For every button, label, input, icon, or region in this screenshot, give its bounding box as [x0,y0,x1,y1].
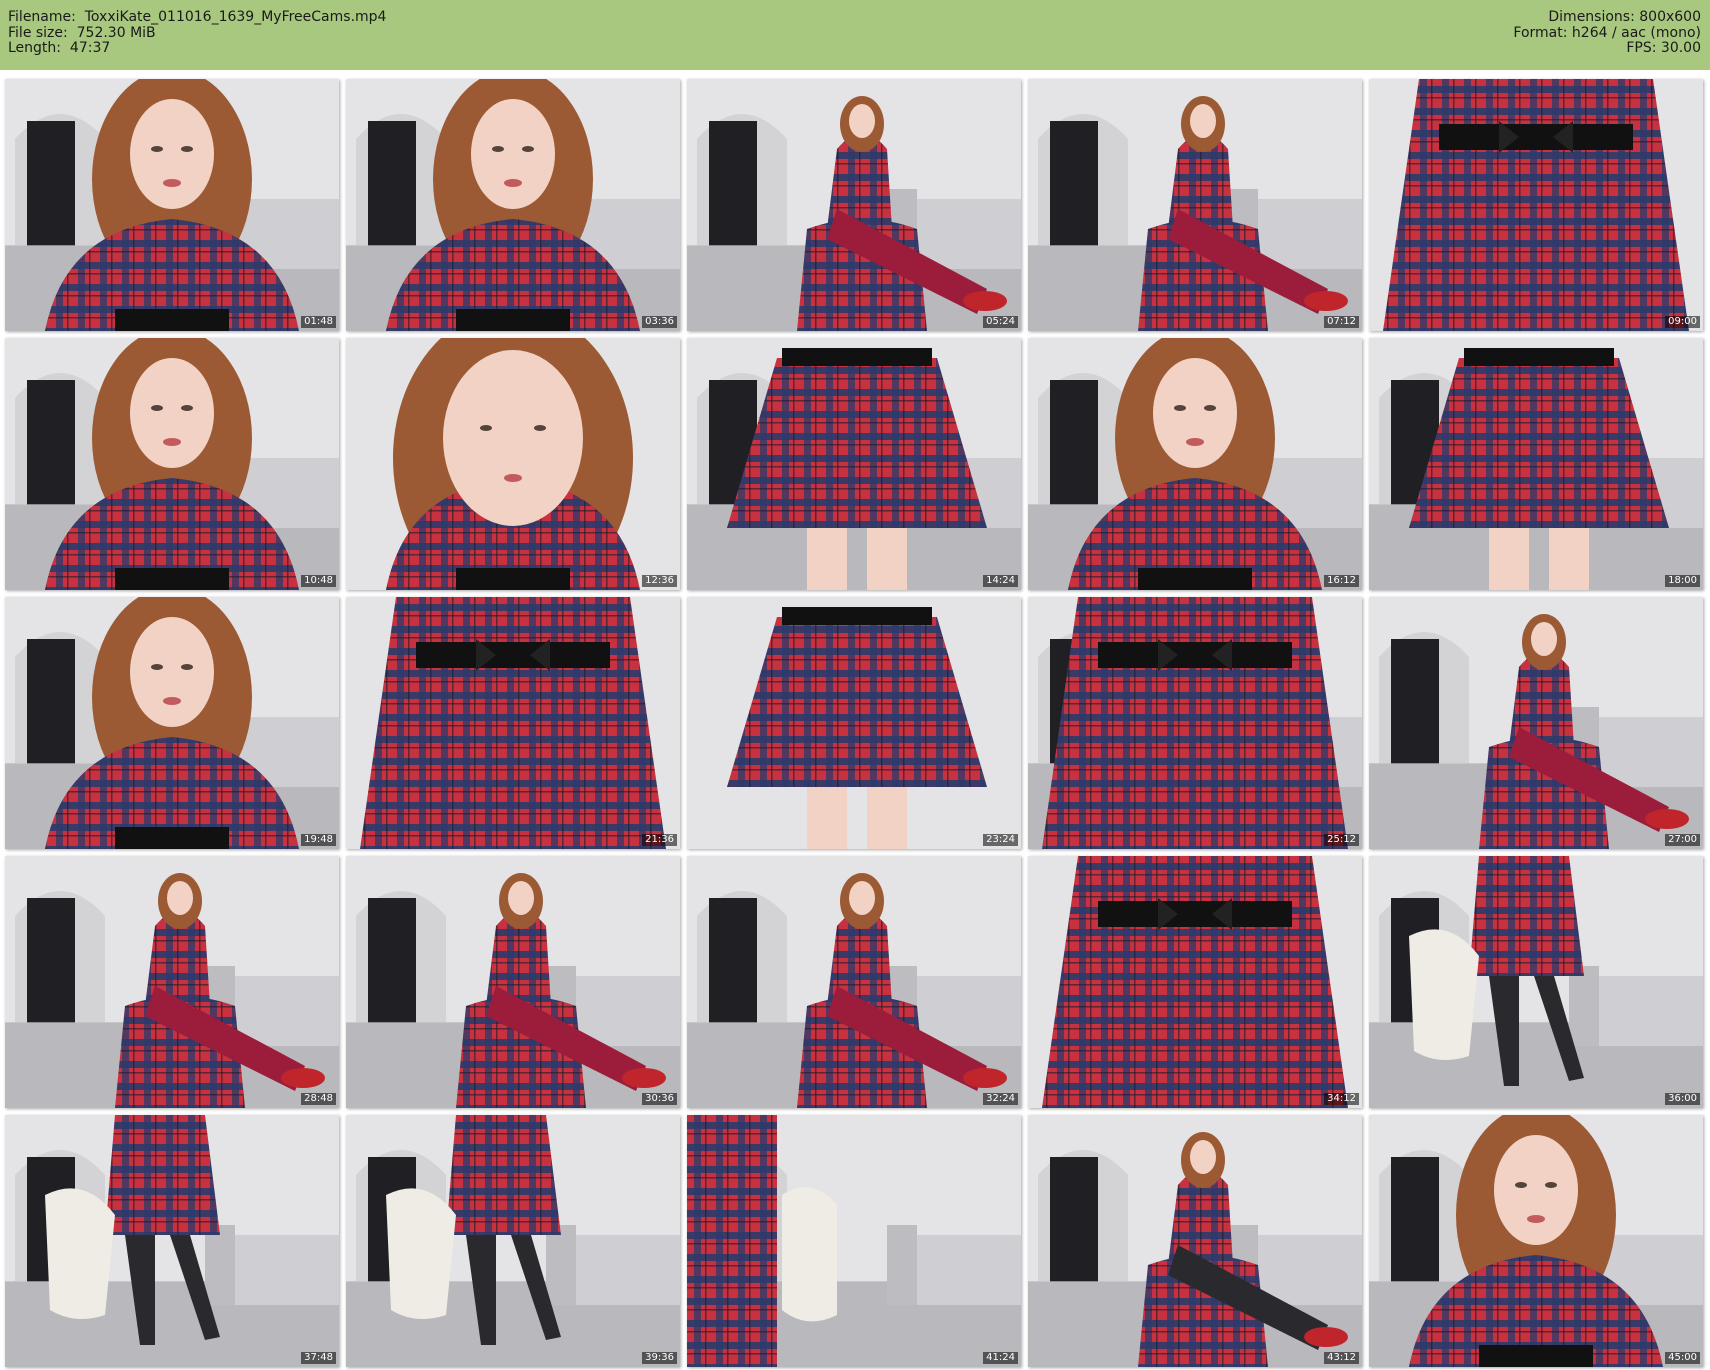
frame-image [346,597,680,849]
video-thumbnail: 03:36 [346,79,680,331]
video-thumbnail: 30:36 [346,856,680,1108]
video-thumbnail: 28:48 [5,856,339,1108]
timestamp-label: 30:36 [642,1093,677,1105]
video-thumbnail: 34:12 [1028,856,1362,1108]
filesize-line: File size: 752.30 MiB [8,24,156,41]
frame-image [5,79,339,331]
video-thumbnail: 45:00 [1369,1115,1703,1367]
frame-image [1028,1115,1362,1367]
frame-image [1028,597,1362,849]
video-thumbnail: 37:48 [5,1115,339,1367]
video-thumbnail: 41:24 [687,1115,1021,1367]
timestamp-label: 43:12 [1324,1352,1359,1364]
video-thumbnail: 25:12 [1028,597,1362,849]
timestamp-label: 45:00 [1665,1352,1700,1364]
timestamp-label: 10:48 [301,575,336,587]
video-thumbnail: 23:24 [687,597,1021,849]
filename-line: Filename: ToxxiKate_011016_1639_MyFreeCa… [8,9,387,25]
video-thumbnail: 09:00 [1369,79,1703,331]
frame-image [346,79,680,331]
timestamp-label: 01:48 [301,316,336,328]
timestamp-label: 36:00 [1665,1093,1700,1105]
frame-image [1028,338,1362,590]
video-thumbnail: 39:36 [346,1115,680,1367]
video-thumbnail: 10:48 [5,338,339,590]
timestamp-label: 39:36 [642,1352,677,1364]
timestamp-label: 21:36 [642,834,677,846]
video-thumbnail: 05:24 [687,79,1021,331]
dimensions-line: Dimensions: 800x600 [1548,9,1701,25]
video-thumbnail: 19:48 [5,597,339,849]
frame-image [346,1115,680,1367]
timestamp-label: 34:12 [1324,1093,1359,1105]
frame-image [1369,856,1703,1108]
frame-image [687,856,1021,1108]
frame-image [5,856,339,1108]
timestamp-label: 14:24 [983,575,1018,587]
timestamp-label: 09:00 [1665,316,1700,328]
timestamp-label: 18:00 [1665,575,1700,587]
file-info: Filename: ToxxiKate_011016_1639_MyFreeCa… [8,9,387,57]
video-thumbnail: 32:24 [687,856,1021,1108]
frame-image [1369,597,1703,849]
video-thumbnail: 36:00 [1369,856,1703,1108]
frame-image [346,338,680,590]
video-thumbnail: 21:36 [346,597,680,849]
video-thumbnail: 12:36 [346,338,680,590]
frame-image [1369,338,1703,590]
timestamp-label: 16:12 [1324,575,1359,587]
frame-image [1369,79,1703,331]
video-thumbnail: 43:12 [1028,1115,1362,1367]
timestamp-label: 03:36 [642,316,677,328]
fps-line: FPS: 30.00 [1626,40,1701,56]
video-thumbnail: 18:00 [1369,338,1703,590]
timestamp-label: 28:48 [301,1093,336,1105]
video-thumbnail: 07:12 [1028,79,1362,331]
video-thumbnail: 14:24 [687,338,1021,590]
timestamp-label: 41:24 [983,1352,1018,1364]
length-line: Length: 47:37 [8,40,111,56]
frame-image [5,597,339,849]
frame-image [5,1115,339,1367]
info-header: Filename: ToxxiKate_011016_1639_MyFreeCa… [0,0,1710,70]
timestamp-label: 19:48 [301,834,336,846]
timestamp-label: 37:48 [301,1352,336,1364]
frame-image [346,856,680,1108]
format-line: Format: h264 / aac (mono) [1513,24,1701,41]
timestamp-label: 07:12 [1324,316,1359,328]
frame-image [1369,1115,1703,1367]
thumbnail-grid: 01:48 03:36 05:24 07:12 09:00 10:48 12:36 14:24… [0,76,1710,1370]
media-info: Dimensions: 800x600 Format: h264 / aac (… [1513,9,1701,57]
timestamp-label: 12:36 [642,575,677,587]
frame-image [687,338,1021,590]
frame-image [1028,79,1362,331]
timestamp-label: 27:00 [1665,834,1700,846]
frame-image [687,79,1021,331]
video-thumbnail: 16:12 [1028,338,1362,590]
timestamp-label: 05:24 [983,316,1018,328]
frame-image [687,1115,1021,1367]
video-thumbnail: 27:00 [1369,597,1703,849]
timestamp-label: 25:12 [1324,834,1359,846]
video-thumbnail: 01:48 [5,79,339,331]
frame-image [687,597,1021,849]
frame-image [5,338,339,590]
timestamp-label: 32:24 [983,1093,1018,1105]
timestamp-label: 23:24 [983,834,1018,846]
frame-image [1028,856,1362,1108]
